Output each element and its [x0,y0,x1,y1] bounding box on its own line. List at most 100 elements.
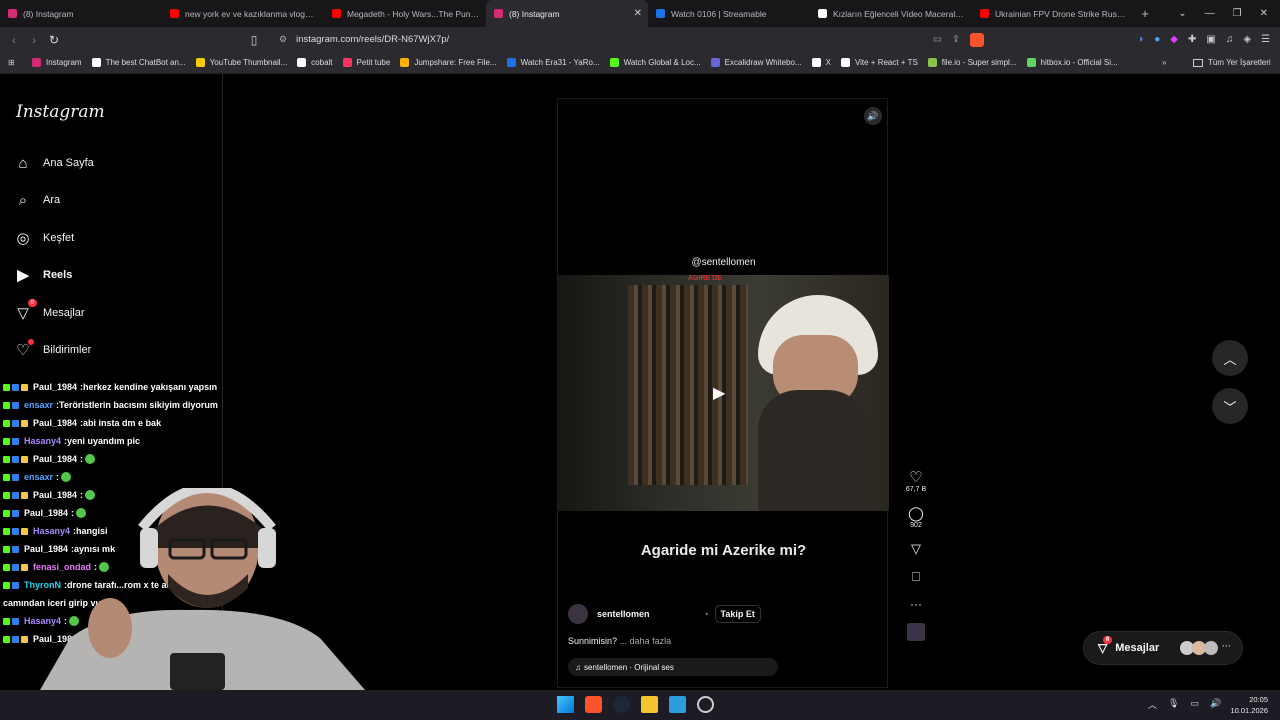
bookmark-item[interactable]: The best ChatBot an... [91,58,186,67]
microphone-icon[interactable]: 🎙 [1168,698,1179,711]
tab-search-icon[interactable]: ⌄ [1178,8,1186,19]
chat-username: ensaxr [24,400,54,410]
messages-floating-button[interactable]: ▽ 8 Mesajlar ··· [1083,631,1243,665]
bookmark-label: hitbox.io - Official Si... [1040,58,1118,67]
bookmark-icon[interactable]: ⎕ [912,569,920,585]
browser-tab[interactable]: Kızların Eğlenceli Video Maceraları | [810,0,972,27]
back-button[interactable]: ‹ [4,33,24,47]
tray-expand-icon[interactable]: ︿ [1148,698,1157,711]
close-window-button[interactable]: ✕ [1260,8,1268,19]
volume-icon[interactable]: 🔊 [1210,698,1221,711]
bookmark-item[interactable]: Watch Era31 - YaRo... [506,58,600,67]
wallet-icon[interactable]: ▣ [1206,34,1215,45]
brave-browser-icon[interactable] [585,696,602,713]
chat-message: Paul_1984: herkez kendine yakışanı yapsı… [0,378,400,396]
bookmark-item[interactable]: Vite + React + TS [840,58,918,67]
sidebar-item-messages[interactable]: ▽ 8 Mesajlar [14,298,85,322]
sidebar-item-reels[interactable]: ▶ Reels [14,266,72,284]
browser-tab[interactable]: Megadeth - Holy Wars...The Punishm [324,0,486,27]
bookmark-favicon-icon [811,58,821,67]
extension-icon[interactable]: ◗ [1138,34,1144,45]
bookmark-item[interactable]: Watch Global & Loc... [609,58,701,67]
bookmark-page-icon[interactable]: ▯ [244,33,264,47]
bookmark-item[interactable]: YouTube Thumbnail... [195,58,287,67]
app-icon[interactable] [697,696,714,713]
chat-text: yeni uyandım pic [67,436,141,446]
avatar[interactable] [568,604,588,624]
audio-thumbnail[interactable] [907,623,925,641]
browser-tab[interactable]: Watch 0106 | Streamable [648,0,810,27]
browser-tab[interactable]: new york ev ve kazıklanma vlogu - Y [162,0,324,27]
window-controls: ⌄ — ❐ ✕ [1178,0,1280,27]
play-icon[interactable]: ▶ [713,383,725,403]
bookmark-favicon-icon [297,58,307,67]
bookmark-item[interactable]: Instagram [32,58,82,67]
send-icon[interactable]: ▽ [911,541,921,557]
apps-grid-icon[interactable]: ⊞ [8,58,22,67]
extension-icon[interactable]: ◆ [1170,34,1178,45]
browser-tab[interactable]: (8) Instagram ✕ [486,0,648,27]
bookmark-item[interactable]: Jumpshare: Free File... [400,58,497,67]
chat-badge-icon [12,437,19,445]
follow-button[interactable]: Takip Et [714,605,761,623]
extensions-icon[interactable]: ✚ [1188,34,1196,45]
minimize-button[interactable]: — [1205,8,1215,19]
brave-shields-icon[interactable] [970,32,984,47]
cast-icon[interactable]: ▭ [933,34,942,45]
clock-date: 10.01.2026 [1230,706,1268,715]
heart-icon[interactable]: ♡ [909,468,922,486]
sidebar-item-search[interactable]: ⌕ Ara [14,191,60,209]
site-info-icon[interactable]: ⚙ [279,34,287,45]
share-icon[interactable]: ⇪ [952,34,960,45]
video-frame: AGIRE DE ▶ [558,275,889,511]
more-options-icon[interactable]: ··· [910,597,922,611]
reel-video-player[interactable]: 🔊 @sentellomen AGIRE DE ▶ Agaride mi Aze… [557,98,889,688]
bookmark-item[interactable]: cobalt [297,58,333,67]
bookmark-label: Jumpshare: Free File... [414,58,497,67]
menu-icon[interactable]: ☰ [1261,34,1270,45]
bookmarks-list: Instagram The best ChatBot an... YouTube T… [32,58,1128,67]
address-bar[interactable]: ⚙ instagram.com/reels/DR-N67WjX7p/ ▭ ⇪ [270,30,990,49]
volume-icon[interactable]: 🔊 [864,107,882,125]
bookmark-item[interactable]: Excalidraw Whitebo... [710,58,802,67]
sidebar-item-home[interactable]: ⌂ Ana Sayfa [14,154,93,172]
start-menu-icon[interactable] [557,696,574,713]
music-icon[interactable]: ♫ [1226,34,1234,45]
bookmark-favicon-icon [609,58,619,67]
audio-pill[interactable]: ♫ sentellomen · Orijinal ses [568,658,778,676]
close-tab-icon[interactable]: ✕ [634,8,642,19]
network-icon[interactable]: ▭ [1190,698,1199,711]
chat-message: ensaxr: [0,468,400,486]
steam-icon[interactable] [613,696,630,713]
forward-button[interactable]: › [24,33,44,47]
sidebar-item-heart[interactable]: ♡ Bildirimler [14,339,91,359]
all-bookmarks-button[interactable]: Tüm Yer İşaretleri [1193,58,1271,67]
new-tab-button[interactable]: + [1134,6,1156,21]
previous-reel-button[interactable]: ︿ [1212,340,1248,376]
app-icon[interactable] [669,696,686,713]
next-reel-button[interactable]: ﹀ [1212,388,1248,424]
bookmarks-more-button[interactable]: » [1162,58,1166,67]
sidebar-item-compass[interactable]: ◎ Keşfet [14,229,74,247]
clock[interactable]: 20:05 10.01.2026 [1224,694,1268,716]
bookmark-favicon-icon [195,58,205,67]
browser-tab[interactable]: (8) Instagram [0,0,162,27]
sidebar-item-label: Ara [43,194,61,207]
comment-icon[interactable]: ◯ [908,505,924,522]
bookmark-item[interactable]: hitbox.io - Official Si... [1026,58,1118,67]
bookmark-item[interactable]: file.io - Super simpl... [927,58,1017,67]
file-explorer-icon[interactable] [641,696,658,713]
bookmark-item[interactable]: Petit tube [342,58,390,67]
maximize-button[interactable]: ❐ [1233,8,1242,19]
author-username[interactable]: sentellomen [597,609,650,619]
audio-label: sentellomen · Orijinal ses [584,662,674,672]
bookmark-label: Vite + React + TS [854,58,918,67]
extension-icon[interactable]: ● [1154,34,1160,45]
reload-button[interactable]: ↻ [44,33,64,47]
vpn-icon[interactable]: ◈ [1243,34,1251,45]
instagram-logo[interactable]: Instagram [16,102,105,122]
bookmark-item[interactable]: X [811,58,831,67]
caption-more-link[interactable]: ... daha fazla [620,636,672,646]
home-icon: ⌂ [18,154,28,172]
browser-tab[interactable]: Ukrainian FPV Drone Strike Russian S [972,0,1134,27]
